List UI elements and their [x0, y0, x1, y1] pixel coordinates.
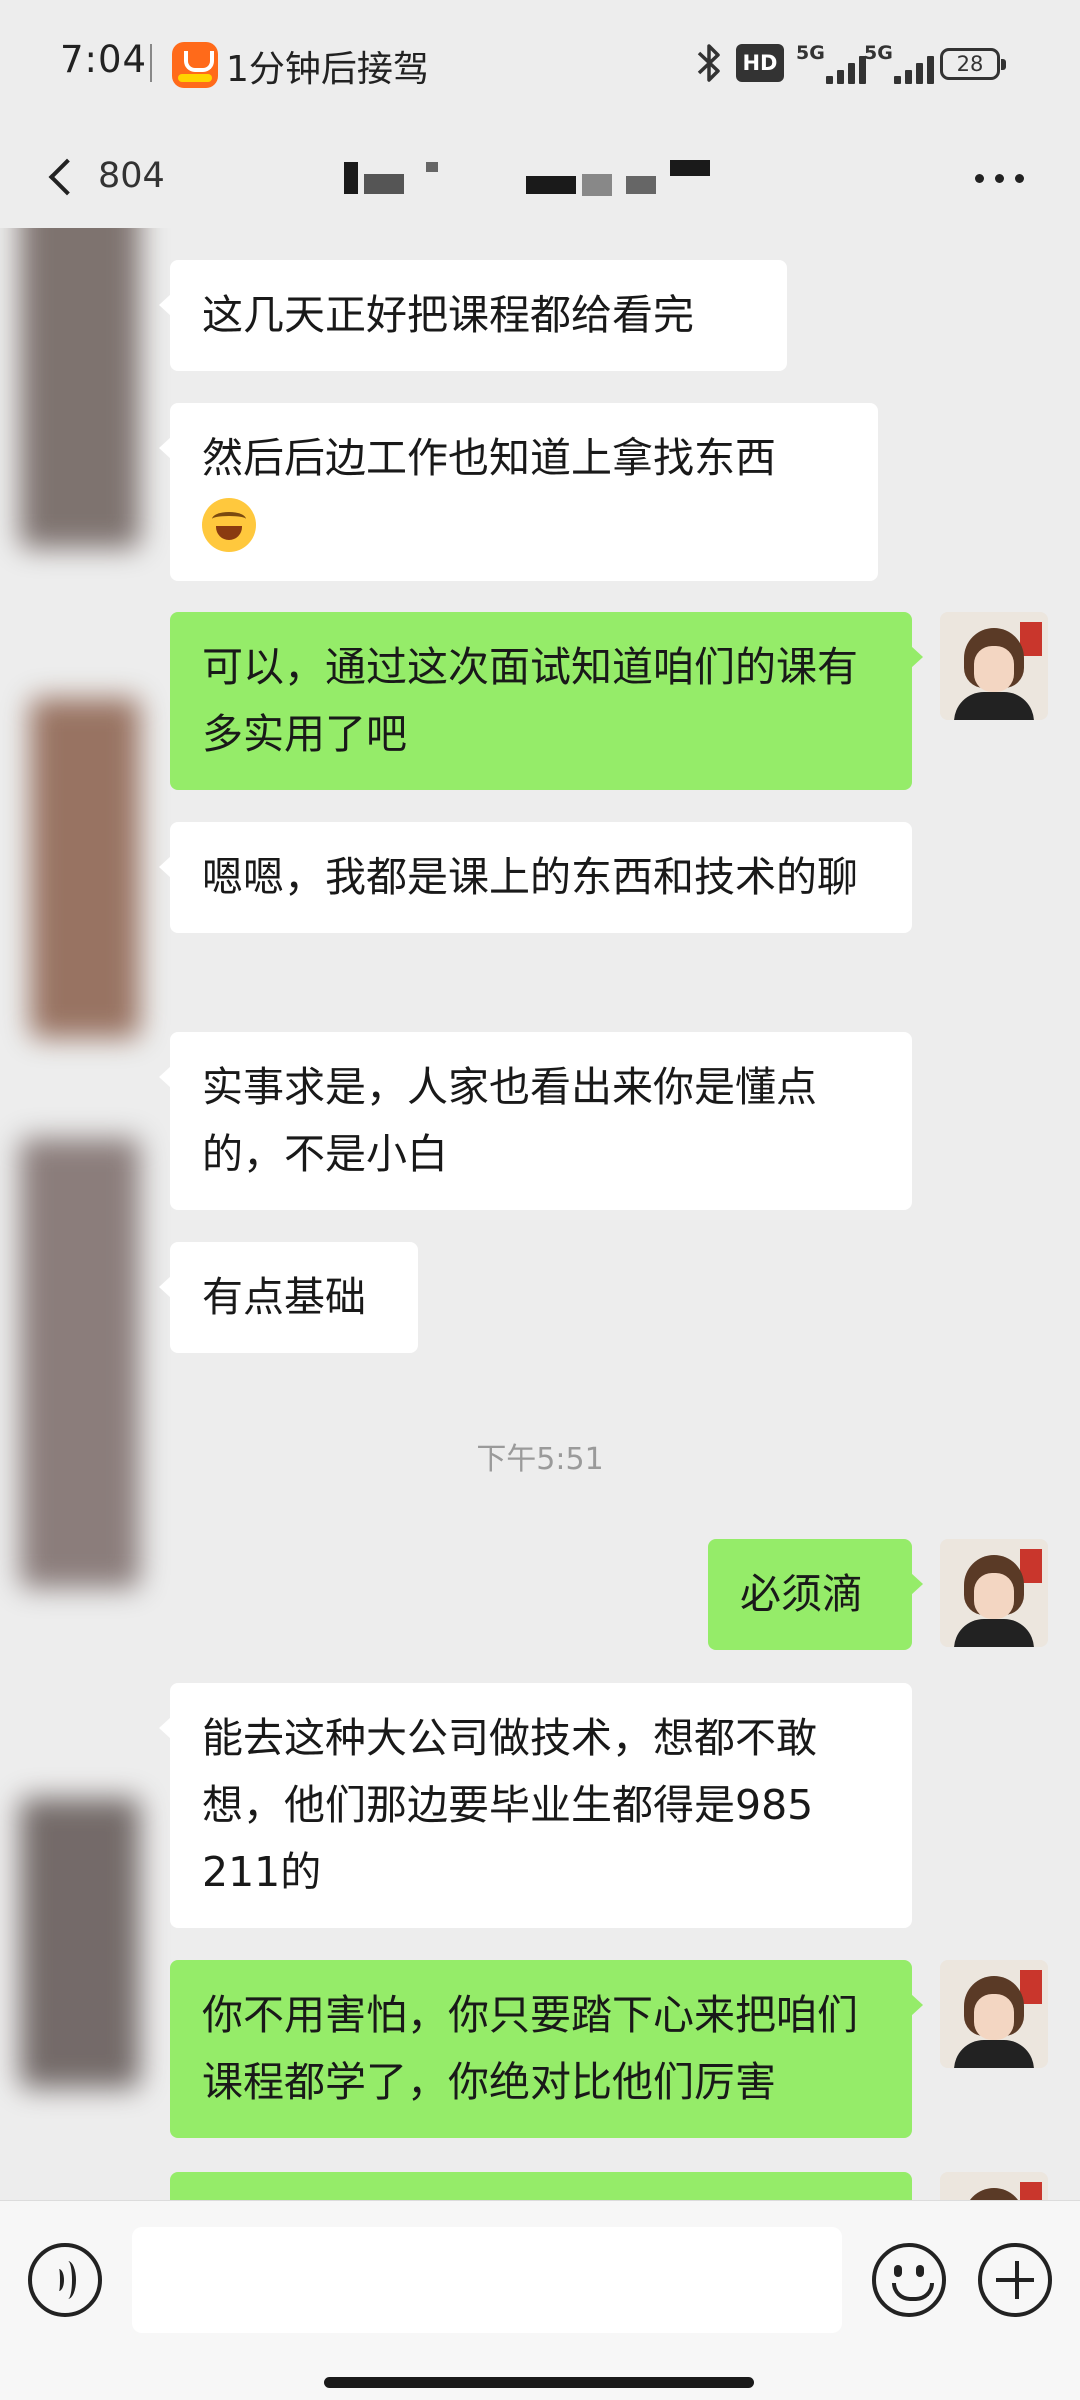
- hd-voice-badge: HD: [736, 44, 784, 82]
- message-bubble-received[interactable]: 这几天正好把课程都给看完: [159, 260, 787, 371]
- status-bar: 7:04 1分钟后接驾 HD 5G 5G 28: [0, 0, 1080, 128]
- bluetooth-icon: [697, 44, 720, 82]
- message-bubble-received[interactable]: 有点基础: [159, 1242, 418, 1353]
- plus-icon[interactable]: [978, 2243, 1052, 2317]
- avatar-self[interactable]: [940, 612, 1048, 720]
- avatar-self[interactable]: [940, 2172, 1048, 2200]
- status-notification-text: 1分钟后接驾: [226, 49, 429, 90]
- chat-message-list[interactable]: 这几天正好把课程都给看完 然后后边工作也知道上拿找东西 可以，通过这次面试知道咱…: [0, 228, 1080, 2200]
- home-indicator[interactable]: [324, 2377, 754, 2388]
- message-input[interactable]: [132, 2227, 842, 2333]
- chat-title-redacted: [330, 152, 730, 206]
- more-button[interactable]: [975, 168, 1035, 188]
- message-bubble-sent-partial[interactable]: [170, 2172, 912, 2200]
- laughing-emoji-icon: [202, 498, 256, 552]
- chevron-left-icon: [48, 158, 86, 196]
- message-text: 必须滴: [740, 1570, 863, 1618]
- message-text: 然后后边工作也知道上拿找东西: [202, 434, 776, 482]
- message-bubble-received[interactable]: 然后后边工作也知道上拿找东西: [159, 403, 878, 581]
- voice-icon[interactable]: [28, 2243, 102, 2317]
- status-separator: [150, 44, 152, 82]
- unread-count: 804: [98, 156, 165, 196]
- message-text: 这几天正好把课程都给看完: [202, 291, 694, 339]
- message-timestamp: 下午5:51: [476, 1442, 604, 1477]
- message-bubble-sent[interactable]: 必须滴: [708, 1539, 923, 1650]
- back-button[interactable]: 804: [40, 150, 190, 206]
- battery-indicator: 28: [940, 48, 1006, 80]
- message-bubble-received[interactable]: 实事求是，人家也看出来你是懂点的，不是小白: [159, 1032, 912, 1210]
- message-text: 你不用害怕，你只要踏下心来把咱们课程都学了，你绝对比他们厉害: [202, 1991, 858, 2106]
- message-text: 实事求是，人家也看出来你是懂点的，不是小白: [202, 1063, 817, 1178]
- message-text: 嗯嗯，我都是课上的东西和技术的聊: [202, 853, 858, 901]
- message-text: 可以，通过这次面试知道咱们的课有多实用了吧: [202, 643, 858, 758]
- avatar-contact-blurred[interactable]: [20, 228, 140, 548]
- avatar-self[interactable]: [940, 1539, 1048, 1647]
- message-bubble-sent[interactable]: 可以，通过这次面试知道咱们的课有多实用了吧: [170, 612, 923, 790]
- message-bubble-received[interactable]: 嗯嗯，我都是课上的东西和技术的聊: [159, 822, 912, 933]
- message-text: 能去这种大公司做技术，想都不敢想，他们那边要毕业生都得是985 211的: [202, 1714, 817, 1896]
- avatar-contact-blurred[interactable]: [30, 698, 140, 1038]
- ride-app-icon: [172, 42, 218, 88]
- smiley-icon[interactable]: [872, 2243, 946, 2317]
- avatar-self[interactable]: [940, 1960, 1048, 2068]
- message-text: 有点基础: [202, 1273, 366, 1321]
- chat-title-bar: 804: [0, 128, 1080, 228]
- avatar-contact-blurred[interactable]: [20, 1138, 140, 1588]
- avatar-contact-blurred[interactable]: [20, 1798, 140, 2088]
- signal-icon-sim2: 5G: [864, 42, 944, 84]
- message-bubble-received[interactable]: 能去这种大公司做技术，想都不敢想，他们那边要毕业生都得是985 211的: [159, 1683, 912, 1928]
- message-bubble-sent[interactable]: 你不用害怕，你只要踏下心来把咱们课程都学了，你绝对比他们厉害: [170, 1960, 923, 2138]
- status-time: 7:04: [60, 38, 148, 81]
- chat-input-bar: [0, 2200, 1080, 2400]
